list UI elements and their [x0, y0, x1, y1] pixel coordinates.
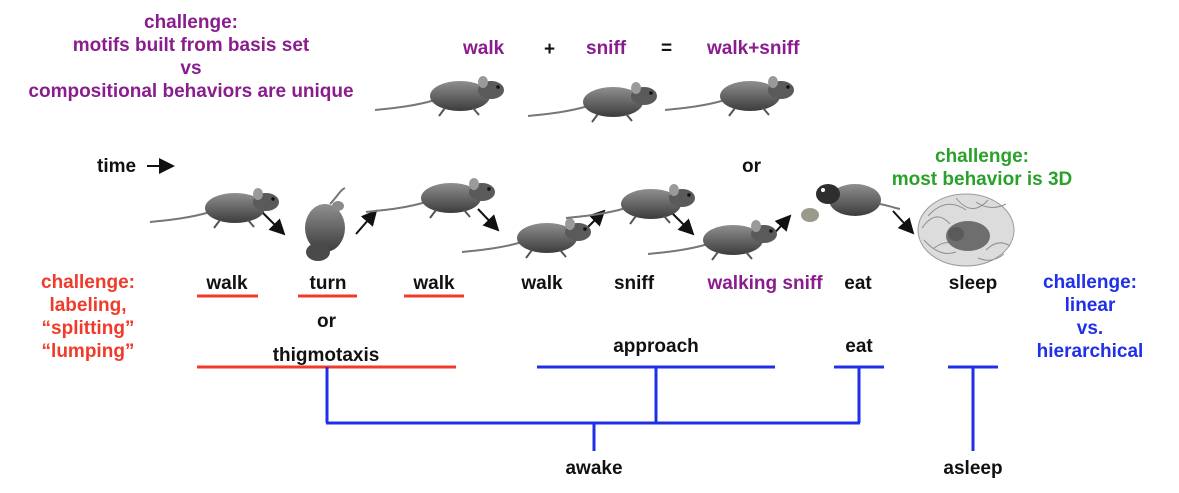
mouse-illustration: [374, 75, 505, 117]
sequence-label: walk: [206, 273, 248, 294]
sequence-label: sleep: [948, 273, 998, 294]
mouse-illustration: [647, 219, 778, 261]
equation-walk: walk: [463, 38, 505, 59]
challenge-labeling-line: labeling,: [49, 295, 127, 316]
challenge-labeling: challenge: labeling, “splitting” “lumpin…: [8, 271, 168, 363]
hierarchy-level1-label: eat: [845, 336, 873, 357]
challenge-3d-line: most behavior is 3D: [891, 169, 1073, 190]
sequence-label: walking sniff: [707, 273, 823, 294]
challenge-labeling-line: challenge:: [41, 272, 135, 293]
challenge-labeling-line: “lumping”: [41, 341, 135, 362]
mouse-illustration: [527, 81, 658, 123]
mouse-illustration: [461, 217, 592, 259]
mouse-illustration: [149, 187, 280, 229]
challenge-hierarchy-line: linear: [1064, 295, 1116, 316]
hierarchy-level1-label: thigmotaxis: [272, 345, 380, 366]
mouse-illustration: [365, 177, 496, 219]
challenge-motifs-line: vs: [180, 58, 202, 79]
challenge-3d: challenge: most behavior is 3D: [862, 145, 1102, 191]
equation-equals: =: [661, 38, 673, 59]
time-label: time: [97, 156, 137, 177]
sequence-label: walk: [521, 273, 563, 294]
sleeping-mouse-nest: [917, 193, 1015, 267]
or-alternative-label: or: [742, 156, 761, 177]
challenge-motifs-line: challenge:: [144, 12, 238, 33]
equation-result: walk+sniff: [707, 38, 800, 59]
challenge-motifs-line: compositional behaviors are unique: [28, 81, 354, 102]
challenge-motifs-line: motifs built from basis set: [72, 35, 310, 56]
hierarchy-level2-label: asleep: [943, 458, 1003, 479]
challenge-hierarchy: challenge: linear vs. hierarchical: [1010, 271, 1170, 363]
sequence-label: eat: [844, 273, 872, 294]
challenge-hierarchy-line: challenge:: [1043, 272, 1137, 293]
or-alternative-label: or: [317, 311, 336, 332]
mouse-illustration: [565, 183, 696, 225]
mouse-illustration: [664, 75, 795, 117]
sequence-label: walk: [413, 273, 455, 294]
challenge-3d-line: challenge:: [935, 146, 1029, 167]
challenge-hierarchy-line: vs.: [1076, 318, 1104, 339]
hierarchy-level2-label: awake: [565, 458, 623, 479]
equation-sniff: sniff: [586, 38, 627, 59]
hierarchy-level1-label: approach: [613, 336, 699, 357]
challenge-hierarchy-line: hierarchical: [1036, 341, 1144, 362]
challenge-motifs: challenge: motifs built from basis set v…: [0, 11, 382, 103]
mouse-illustration: [305, 187, 346, 261]
equation-plus: +: [544, 39, 556, 60]
sequence-label: turn: [309, 273, 347, 294]
sequence-label: sniff: [613, 273, 655, 294]
challenge-labeling-line: “splitting”: [41, 318, 135, 339]
